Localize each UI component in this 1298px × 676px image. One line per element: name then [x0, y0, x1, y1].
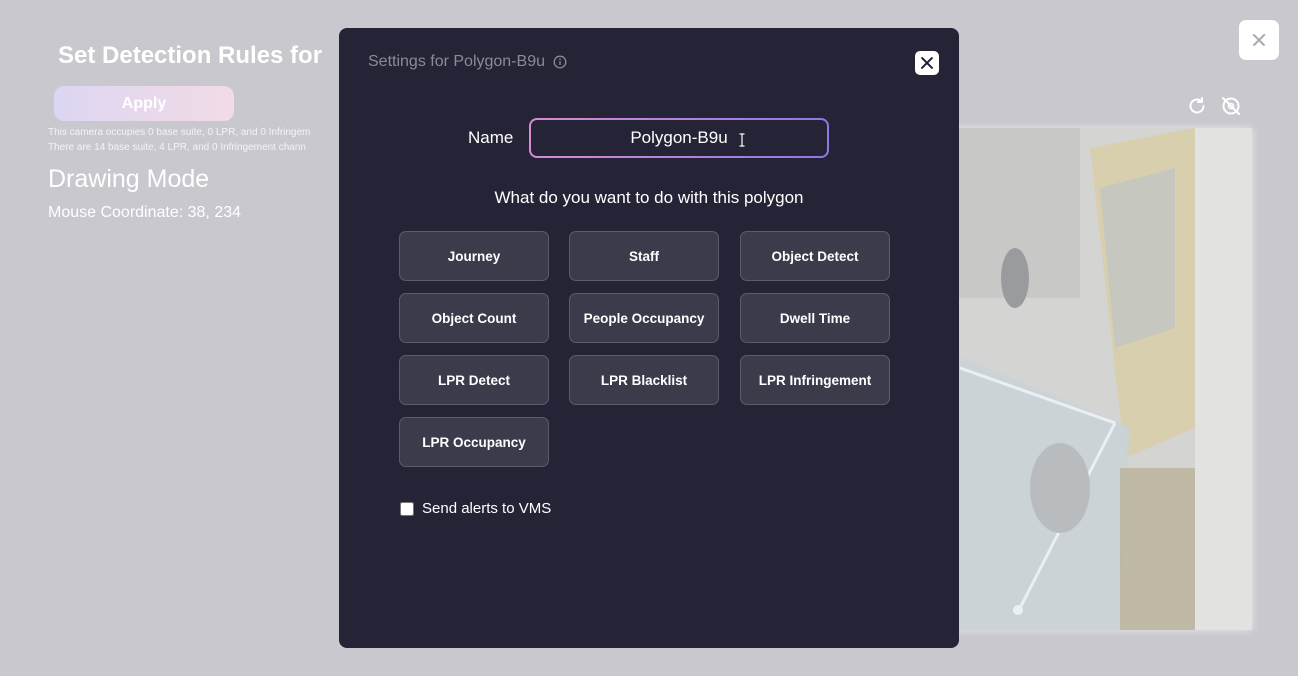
name-input[interactable] [531, 120, 827, 156]
camera-feed[interactable] [940, 128, 1252, 630]
text-cursor-icon [739, 133, 745, 147]
close-icon[interactable] [1239, 20, 1279, 60]
dwell-time-button[interactable]: Dwell Time [740, 293, 890, 343]
lpr-occupancy-button[interactable]: LPR Occupancy [399, 417, 549, 467]
modal-header: Settings for Polygon-B9u [368, 53, 567, 71]
lpr-infringement-button[interactable]: LPR Infringement [740, 355, 890, 405]
name-label: Name [468, 128, 514, 147]
polygon-action-question: What do you want to do with this polygon [494, 188, 804, 207]
eye-off-icon[interactable] [1220, 95, 1242, 117]
lpr-blacklist-button[interactable]: LPR Blacklist [569, 355, 719, 405]
name-field-border [529, 118, 829, 158]
camera-feed-image [940, 128, 1252, 630]
refresh-icon[interactable] [1186, 95, 1208, 117]
drawing-mode-heading: Drawing Mode [48, 165, 210, 193]
page-title: Set Detection Rules for [58, 42, 323, 69]
channel-availability-text: There are 14 base suite, 4 LPR, and 0 In… [48, 142, 306, 153]
modal-title: Settings for Polygon-B9u [368, 53, 545, 70]
people-occupancy-button[interactable]: People Occupancy [569, 293, 719, 343]
send-alerts-label: Send alerts to VMS [422, 500, 552, 517]
info-icon[interactable] [553, 55, 567, 69]
mouse-coordinate-readout: Mouse Coordinate: 38, 234 [48, 204, 242, 221]
apply-button[interactable]: Apply [54, 86, 234, 121]
send-alerts-row[interactable]: Send alerts to VMS [400, 500, 551, 517]
close-icon[interactable] [915, 51, 939, 75]
staff-button[interactable]: Staff [569, 231, 719, 281]
journey-button[interactable]: Journey [399, 231, 549, 281]
object-count-button[interactable]: Object Count [399, 293, 549, 343]
object-detect-button[interactable]: Object Detect [740, 231, 890, 281]
send-alerts-checkbox[interactable] [400, 501, 414, 516]
lpr-detect-button[interactable]: LPR Detect [399, 355, 549, 405]
camera-usage-text: This camera occupies 0 base suite, 0 LPR… [48, 127, 311, 138]
polygon-settings-modal: Settings for Polygon-B9u Name What do yo… [339, 28, 959, 648]
